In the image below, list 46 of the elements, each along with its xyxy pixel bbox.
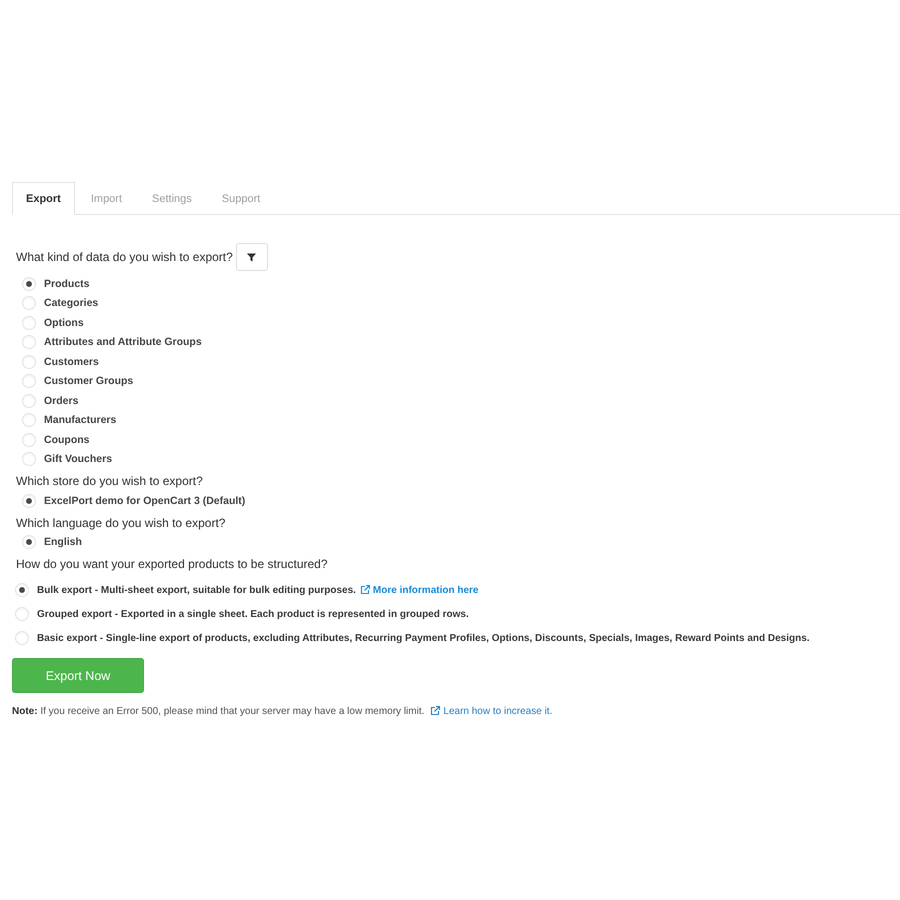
question-label: What kind of data do you wish to export? (16, 249, 233, 266)
tab[interactable]: Export (12, 182, 75, 215)
radio-button[interactable] (22, 413, 36, 428)
filter-icon (247, 252, 256, 262)
radio-button[interactable] (22, 296, 36, 310)
external-link-icon (360, 585, 370, 595)
radio-button[interactable] (22, 374, 36, 388)
radio-button[interactable] (15, 631, 29, 645)
tab[interactable]: Import (76, 182, 136, 215)
option-label: Gift Vouchers (44, 453, 112, 466)
option-label: Attributes and Attribute Groups (44, 336, 202, 348)
external-link-icon (430, 706, 440, 716)
more-info-link[interactable]: More information here (360, 584, 478, 596)
note-text: Note: If you receive an Error 500, please mind that your server may have a low memory limit. (12, 706, 424, 716)
option-label: ExcelPort demo for OpenCart 3 (Default) (44, 494, 246, 507)
radio-button[interactable] (22, 354, 36, 369)
option-label: Bulk export - Multi-sheet export, suitable for bulk editing purposes. (37, 584, 356, 596)
radio-button[interactable] (22, 535, 36, 550)
option-label: Customers (44, 356, 99, 368)
option-label: Orders (44, 394, 78, 407)
question-label: Which language do you wish to export? (16, 514, 226, 532)
radio-button[interactable] (22, 394, 36, 408)
radio-button[interactable] (22, 316, 36, 330)
option-label: Products (44, 278, 90, 290)
export-now-button[interactable]: Export Now (12, 658, 144, 693)
radio-button[interactable] (22, 335, 36, 350)
tab[interactable]: Support (208, 182, 274, 215)
filter-button[interactable] (236, 243, 268, 271)
radio-button[interactable] (22, 276, 36, 291)
option-label: Grouped export - Exported in a single sheet. Each product is represented in grouped rows. (37, 608, 469, 620)
radio-button[interactable] (15, 607, 29, 621)
option-label: Basic export - Single-line export of products, excluding Attributes, Recurring Payment Profiles, Options, Discounts, Specials, Images, Reward Points and Designs. (37, 632, 810, 644)
radio-button[interactable] (15, 583, 29, 597)
option-label: Options (44, 316, 84, 329)
radio-button[interactable] (22, 494, 36, 508)
learn-more-link[interactable]: Learn how to increase it. (430, 706, 552, 716)
option-label: Manufacturers (44, 414, 116, 426)
option-label: English (44, 536, 82, 548)
question-label: How do you want your exported products to be structured? (16, 556, 328, 573)
radio-button[interactable] (22, 452, 36, 466)
option-label: Categories (44, 297, 98, 310)
radio-button[interactable] (22, 432, 36, 447)
option-label: Customer Groups (44, 375, 134, 388)
tab[interactable]: Settings (138, 182, 206, 215)
option-label: Coupons (44, 434, 90, 446)
question-label: Which store do you wish to export? (16, 473, 203, 490)
